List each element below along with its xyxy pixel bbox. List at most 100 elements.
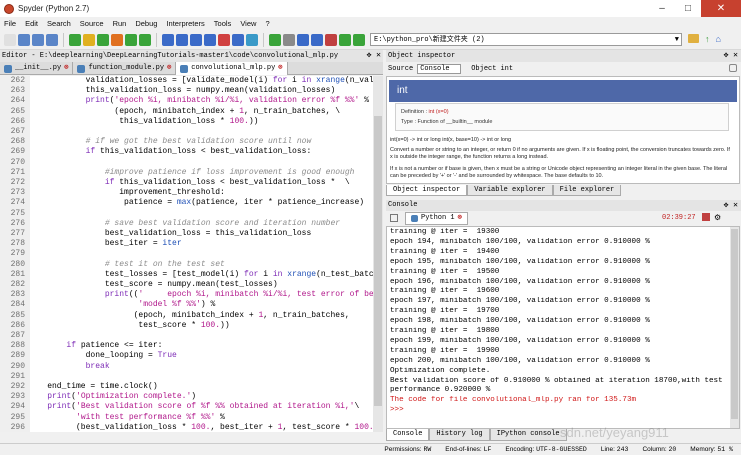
code-line[interactable]: 264 print('epoch %i, minibatch %i/%i, va… xyxy=(0,96,373,107)
toolbar-button-icon[interactable] xyxy=(246,33,258,46)
toolbar-button-icon[interactable] xyxy=(325,33,337,46)
pane-header-icons[interactable]: ✥ ✕ xyxy=(724,50,738,62)
code-line[interactable]: 293 print('Optimization complete.') xyxy=(0,392,373,403)
menu-source[interactable]: Source xyxy=(80,19,104,28)
menu-edit[interactable]: Edit xyxy=(25,19,38,28)
close-button[interactable]: ✕ xyxy=(701,0,741,17)
menu-tools[interactable]: Tools xyxy=(214,19,232,28)
toolbar-button-icon[interactable] xyxy=(162,33,174,46)
close-tab-icon[interactable]: ⊗ xyxy=(278,62,282,75)
folder-open-icon[interactable] xyxy=(688,34,699,43)
tab-init[interactable]: __init__.py ⊗ xyxy=(0,62,74,75)
menu-search[interactable]: Search xyxy=(47,19,71,28)
toolbar-button-icon[interactable] xyxy=(190,33,202,46)
code-line[interactable]: 273 improvement_threshold: xyxy=(0,188,373,199)
code-editor[interactable]: 262 validation_losses = [validate_model(… xyxy=(0,76,383,432)
tab-object-inspector[interactable]: Object inspector xyxy=(386,185,468,196)
lock-icon[interactable] xyxy=(729,64,737,72)
toolbar-button-icon[interactable] xyxy=(97,33,109,46)
minimize-button[interactable]: – xyxy=(649,0,675,17)
code-line[interactable]: 265 (epoch, minibatch_index + 1, n_train… xyxy=(0,107,373,118)
toolbar-button-icon[interactable] xyxy=(269,33,281,46)
code-line[interactable]: 287 xyxy=(0,331,373,342)
code-line[interactable]: 279 xyxy=(0,249,373,260)
options-icon[interactable]: ⚙ xyxy=(714,213,721,222)
code-line[interactable]: 292 end_time = time.clock() xyxy=(0,382,373,393)
toolbar-button-icon[interactable] xyxy=(4,33,16,46)
toolbar-button-icon[interactable] xyxy=(46,33,58,46)
code-line[interactable]: 276 # save best validation score and ite… xyxy=(0,219,373,230)
toolbar-button-icon[interactable] xyxy=(18,33,30,46)
code-line[interactable]: 274 patience = max(patience, iter * pati… xyxy=(0,198,373,209)
toolbar-button-icon[interactable] xyxy=(32,33,44,46)
tab-history-log[interactable]: History log xyxy=(429,429,490,441)
code-line[interactable]: 288 if patience <= iter: xyxy=(0,341,373,352)
toolbar-button-icon[interactable] xyxy=(69,33,81,46)
code-line[interactable]: 268 # if we got the best validation scor… xyxy=(0,137,373,148)
tab-convolutional-mlp[interactable]: convolutional_mlp.py ⊗ xyxy=(176,62,288,75)
new-console-icon[interactable] xyxy=(390,214,398,222)
toolbar-button-icon[interactable] xyxy=(297,33,309,46)
code-line[interactable]: 296 (best_validation_loss * 100., best_i… xyxy=(0,423,373,432)
console-scrollbar[interactable] xyxy=(730,227,739,428)
code-line[interactable]: 266 this_validation_loss * 100.)) xyxy=(0,117,373,128)
close-tab-icon[interactable]: ⊗ xyxy=(458,212,462,224)
tab-ipython-console[interactable]: IPython console xyxy=(489,429,567,441)
tab-variable-explorer[interactable]: Variable explorer xyxy=(467,185,553,196)
source-select[interactable]: Console xyxy=(417,63,462,74)
code-line[interactable]: 267 xyxy=(0,127,373,138)
code-line[interactable]: 280 # test it on the test set xyxy=(0,260,373,271)
code-line[interactable]: 272 if this_validation_loss < best_valid… xyxy=(0,178,373,189)
home-icon[interactable]: ⌂ xyxy=(716,34,721,44)
menu-file[interactable]: File xyxy=(4,19,16,28)
up-arrow-icon[interactable]: ↑ xyxy=(705,34,710,44)
menu-debug[interactable]: Debug xyxy=(135,19,157,28)
maximize-button[interactable]: □ xyxy=(675,0,701,17)
menu-run[interactable]: Run xyxy=(113,19,127,28)
tab-function-module[interactable]: function_module.py ⊗ xyxy=(73,62,177,75)
toolbar-button-icon[interactable] xyxy=(339,33,351,46)
code-line[interactable]: 290 break xyxy=(0,362,373,373)
code-line[interactable]: 271 #improve patience if loss improvemen… xyxy=(0,168,373,179)
menu-interpreters[interactable]: Interpreters xyxy=(166,19,204,28)
code-line[interactable]: 262 validation_losses = [validate_model(… xyxy=(0,76,373,87)
close-tab-icon[interactable]: ⊗ xyxy=(64,62,68,75)
menu-help[interactable]: ? xyxy=(265,19,269,28)
code-line[interactable]: 283 print((' epoch %i, minibatch %i/%i, … xyxy=(0,290,373,301)
toolbar-button-icon[interactable] xyxy=(125,33,137,46)
toolbar-button-icon[interactable] xyxy=(311,33,323,46)
code-line[interactable]: 269 if this_validation_loss < best_valid… xyxy=(0,147,373,158)
toolbar-button-icon[interactable] xyxy=(204,33,216,46)
code-line[interactable]: 295 'with test performance %f %%' % xyxy=(0,413,373,424)
code-line[interactable]: 282 test_score = numpy.mean(test_losses) xyxy=(0,280,373,291)
console-output[interactable]: training @ iter = 19300 epoch 194, miniba… xyxy=(386,226,740,429)
code-line[interactable]: 285 (epoch, minibatch_index + 1, n_train… xyxy=(0,311,373,322)
toolbar-button-icon[interactable] xyxy=(232,33,244,46)
stop-icon[interactable] xyxy=(702,213,710,221)
code-line[interactable]: 277 best_validation_loss = this_validati… xyxy=(0,229,373,240)
tab-console[interactable]: Console xyxy=(386,429,430,441)
chevron-down-icon[interactable]: ▼ xyxy=(675,34,679,46)
toolbar-button-icon[interactable] xyxy=(218,33,230,46)
toolbar-button-icon[interactable] xyxy=(139,33,151,46)
code-line[interactable]: 275 xyxy=(0,209,373,220)
object-input[interactable]: int xyxy=(500,65,513,73)
tab-python-1[interactable]: Python 1 ⊗ xyxy=(405,211,468,225)
editor-header-icons[interactable]: ✥ ✕ xyxy=(367,50,381,62)
code-line[interactable]: 284 'model %f %%') % xyxy=(0,300,373,311)
code-line[interactable]: 281 test_losses = [test_model(i) for i i… xyxy=(0,270,373,281)
toolbar-button-icon[interactable] xyxy=(111,33,123,46)
code-line[interactable]: 263 this_validation_loss = numpy.mean(va… xyxy=(0,86,373,97)
toolbar-button-icon[interactable] xyxy=(176,33,188,46)
menu-view[interactable]: View xyxy=(240,19,256,28)
tab-file-explorer[interactable]: File explorer xyxy=(552,185,622,196)
code-line[interactable]: 278 best_iter = iter xyxy=(0,239,373,250)
code-line[interactable]: 289 done_looping = True xyxy=(0,351,373,362)
toolbar-button-icon[interactable] xyxy=(283,33,295,46)
scrollbar-thumb[interactable] xyxy=(731,229,738,419)
close-tab-icon[interactable]: ⊗ xyxy=(167,62,171,75)
pane-header-icons[interactable]: ✥ ✕ xyxy=(724,200,738,211)
toolbar-button-icon[interactable] xyxy=(83,33,95,46)
code-line[interactable]: 286 test_score * 100.)) xyxy=(0,321,373,332)
toolbar-button-icon[interactable] xyxy=(353,33,365,46)
